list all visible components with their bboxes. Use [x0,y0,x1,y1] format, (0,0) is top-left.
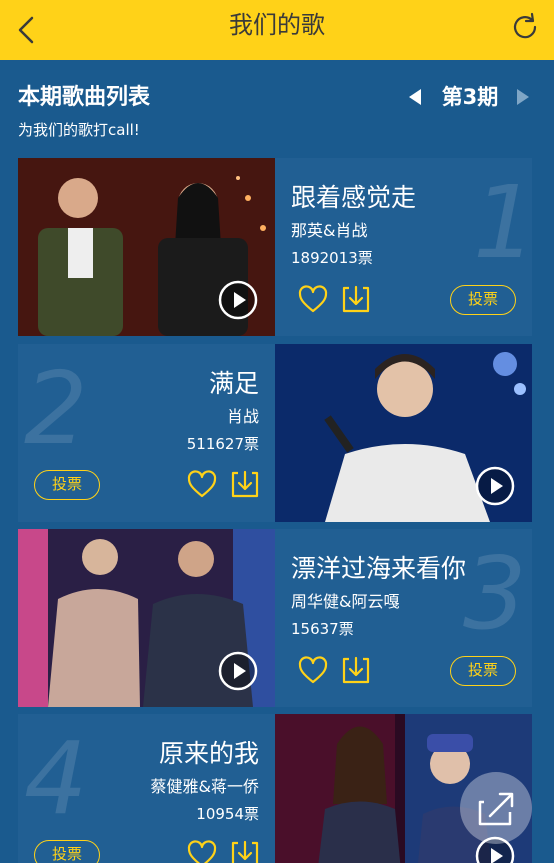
song-artist: 蔡健雅&蒋一侨 [150,777,259,796]
download-icon[interactable] [229,838,261,863]
play-icon[interactable] [475,466,515,506]
song-list-title: 本期歌曲列表 [18,85,151,110]
song-card[interactable]: 1 跟着感觉走 那英&肖战 1892013票 投票 [18,158,532,336]
page-title: 我们的歌 [229,11,325,39]
play-icon[interactable] [218,280,258,320]
rank-number: 2 [24,350,88,467]
song-artist: 周华健&阿云嘎 [291,592,400,611]
vote-count: 511627票 [186,435,259,453]
heart-icon[interactable] [297,284,329,316]
top-bar: 我们的歌 [0,0,554,60]
play-icon[interactable] [218,651,258,691]
refresh-icon[interactable] [508,10,542,44]
vote-button[interactable]: 投票 [34,840,100,863]
period-label: 第3期 [441,85,499,109]
download-icon[interactable] [340,654,372,686]
period-selector: 第3期 [404,82,534,112]
heart-icon[interactable] [297,655,329,687]
rank-number: 4 [24,720,88,837]
song-title: 原来的我 [158,739,259,768]
song-card[interactable]: 2 满足 肖战 511627票 投票 [18,344,532,522]
vote-button[interactable]: 投票 [450,656,516,686]
next-period-icon[interactable] [514,87,532,107]
song-list-subtitle: 为我们的歌打call! [18,121,140,139]
share-icon [478,792,514,826]
heart-icon[interactable] [186,469,218,501]
song-title: 满足 [208,369,259,398]
vote-count: 1892013票 [291,249,373,267]
song-card[interactable]: 4 原来的我 蔡健雅&蒋一侨 10954票 投票 [18,714,532,863]
song-photo[interactable] [18,529,275,707]
vote-count: 15637票 [291,620,354,638]
song-photo[interactable] [18,158,275,336]
vote-button[interactable]: 投票 [34,470,100,500]
download-icon[interactable] [229,468,261,500]
song-title: 漂洋过海来看你 [291,554,467,583]
song-artist: 肖战 [226,407,259,426]
song-photo[interactable] [275,344,532,522]
rank-number: 1 [473,164,532,281]
vote-count: 10954票 [196,805,259,823]
rank-number: 3 [463,535,527,652]
song-title: 跟着感觉走 [291,183,417,212]
heart-icon[interactable] [186,839,218,863]
download-icon[interactable] [340,283,372,315]
song-card[interactable]: 3 漂洋过海来看你 周华健&阿云嘎 15637票 投票 [18,529,532,707]
vote-button[interactable]: 投票 [450,285,516,315]
song-artist: 那英&肖战 [291,221,368,240]
previous-period-icon[interactable] [406,87,424,107]
share-button[interactable] [460,772,532,844]
